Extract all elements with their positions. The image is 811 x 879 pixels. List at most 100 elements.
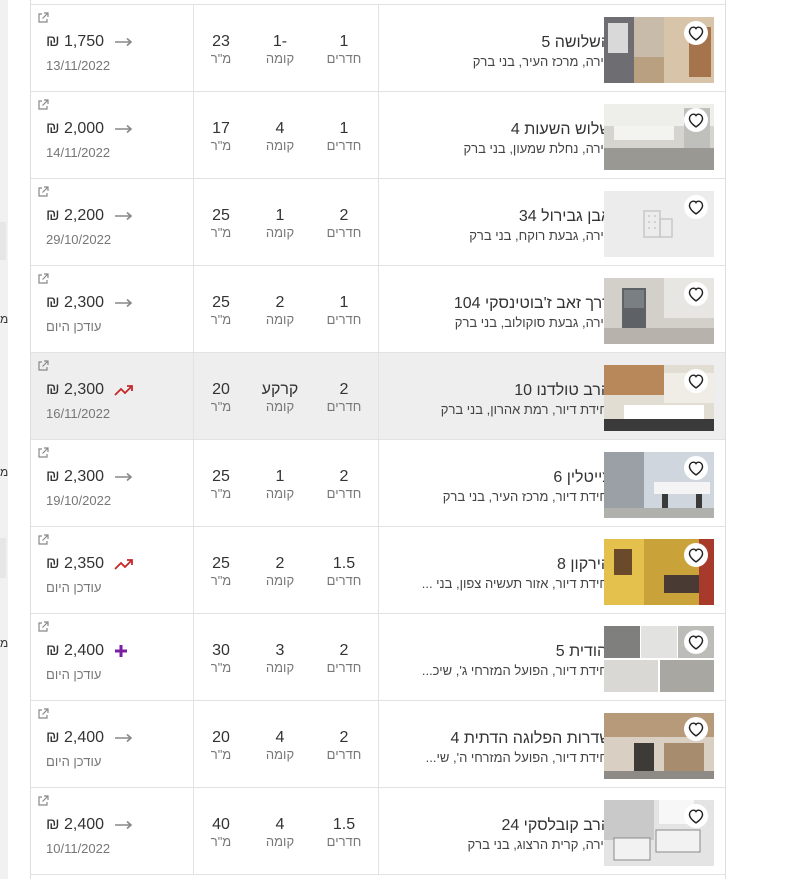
listing-title[interactable]: הרב קובלסקי 24 <box>391 816 611 836</box>
size-stat: 20 מ"ר <box>189 729 253 763</box>
external-link-icon[interactable] <box>37 359 49 371</box>
floor-stat: 1- קומה <box>248 33 312 67</box>
size-stat-label: מ"ר <box>210 225 232 240</box>
rooms-stat: 1.5 חדרים <box>312 555 376 589</box>
price: ₪ 2,400 <box>46 816 105 833</box>
floor-stat: 3 קומה <box>248 642 312 676</box>
external-link-icon[interactable] <box>37 707 49 719</box>
favorite-heart-icon[interactable] <box>684 21 708 45</box>
arrow-right-icon <box>114 470 134 484</box>
divider <box>378 788 379 874</box>
size-stat-label: מ"ר <box>210 573 232 588</box>
listing-row[interactable]: ₪ 2,200 29/10/2022 25 מ"ר 1 קומה 2 חדרים אבן גבי… <box>31 178 725 266</box>
listing-row[interactable]: ₪ 2,400 10/11/2022 40 מ"ר 4 קומה 1.5 חדרים הרב ק… <box>31 787 725 875</box>
rooms-stat-label: חדרים <box>326 225 362 240</box>
price: ₪ 2,400 <box>46 729 105 746</box>
price-line: ₪ 2,300 <box>46 466 134 488</box>
rooms-stat-label: חדרים <box>326 399 362 414</box>
side-panel-tab[interactable] <box>0 222 6 260</box>
price-line: ₪ 2,000 <box>46 118 134 140</box>
rooms-stat-value: 2 <box>339 381 349 398</box>
listing-title[interactable]: הירקון 8 <box>391 555 611 575</box>
floor-stat-value: 3 <box>275 642 285 659</box>
rooms-stat: 1 חדרים <box>312 120 376 154</box>
size-stat-value: 17 <box>212 120 230 137</box>
listing-title[interactable]: דרך זאב ז'בוטינסקי 104 <box>391 294 611 314</box>
floor-stat-label: קומה <box>265 312 295 327</box>
listing-title[interactable]: צייטלין 6 <box>391 468 611 488</box>
price-line: ₪ 2,400 <box>46 727 134 749</box>
listing-title[interactable]: שדרות הפלוגה הדתית 4 <box>391 729 611 749</box>
arrow-right-icon <box>114 731 134 745</box>
arrow-right-icon <box>114 209 134 223</box>
floor-stat: 2 קומה <box>248 294 312 328</box>
listing-row[interactable]: ₪ 2,300 16/11/2022 20 מ"ר קרקע קומה 2 חדרים הרב … <box>31 352 725 440</box>
floor-stat-value: 1- <box>272 33 288 50</box>
favorite-heart-icon[interactable] <box>684 108 708 132</box>
price-line: ₪ 2,200 <box>46 205 134 227</box>
listing-subtitle: יחידת דיור, אזור תעשיה צפון, בני ... <box>421 576 611 591</box>
external-link-icon[interactable] <box>37 794 49 806</box>
plus-icon <box>114 644 134 658</box>
floor-stat: 4 קומה <box>248 120 312 154</box>
listing-row[interactable]: ₪ 2,400 עודכן היום 30 מ"ר 3 קומה 2 חדרים יהודית … <box>31 613 725 701</box>
listing-date: 10/11/2022 <box>46 841 111 856</box>
listing-title[interactable]: אבן גבירול 34 <box>391 207 611 227</box>
listing-subtitle: דירה, נחלת שמעון, בני ברק <box>463 141 612 156</box>
divider <box>378 266 379 352</box>
size-stat-label: מ"ר <box>210 51 232 66</box>
listing-row[interactable]: ₪ 2,000 14/11/2022 17 מ"ר 4 קומה 1 חדרים שלוש הש… <box>31 91 725 179</box>
listing-row[interactable]: ₪ 1,750 13/11/2022 23 מ"ר 1- קומה 1 חדרים השלושה… <box>31 4 725 92</box>
rooms-stat: 1.5 חדרים <box>312 816 376 850</box>
listing-info: צייטלין 6 יחידת דיור, מרכז העיר, בני ברק <box>391 468 611 505</box>
favorite-heart-icon[interactable] <box>684 195 708 219</box>
rooms-stat: 2 חדרים <box>312 642 376 676</box>
side-panel-tab[interactable] <box>0 538 6 578</box>
listing-row[interactable]: ₪ 2,400 עודכן היום 20 מ"ר 4 קומה 2 חדרים שדרות ה… <box>31 700 725 788</box>
size-stat: 23 מ"ר <box>189 33 253 67</box>
listing-row[interactable]: ₪ 2,300 19/10/2022 25 מ"ר 1 קומה 2 חדרים צייטלין… <box>31 439 725 527</box>
listing-row[interactable]: ₪ 2,300 עודכן היום 25 מ"ר 2 קומה 1 חדרים דרך זאב… <box>31 265 725 353</box>
listing-subtitle: דירה, קרית הרצוג, בני ברק <box>467 837 611 852</box>
divider <box>378 701 379 787</box>
price: ₪ 2,400 <box>46 642 105 659</box>
external-link-icon[interactable] <box>37 446 49 458</box>
favorite-heart-icon[interactable] <box>684 630 708 654</box>
price: ₪ 2,300 <box>46 468 105 485</box>
floor-stat: 1 קומה <box>248 207 312 241</box>
listing-date: עודכן היום <box>46 319 102 334</box>
size-stat: 30 מ"ר <box>189 642 253 676</box>
floor-stat-label: קומה <box>265 51 295 66</box>
favorite-heart-icon[interactable] <box>684 543 708 567</box>
listing-subtitle: יחידת דיור, הפועל המזרחי ה', שי... <box>425 750 611 765</box>
price-line: ₪ 2,400 <box>46 814 134 836</box>
favorite-heart-icon[interactable] <box>684 369 708 393</box>
rooms-stat-value: 2 <box>339 729 349 746</box>
floor-stat-label: קומה <box>265 225 295 240</box>
favorite-heart-icon[interactable] <box>684 456 708 480</box>
external-link-icon[interactable] <box>37 98 49 110</box>
external-link-icon[interactable] <box>37 272 49 284</box>
price: ₪ 2,350 <box>46 555 105 572</box>
listing-title[interactable]: הרב טולדנו 10 <box>391 381 611 401</box>
rooms-stat: 2 חדרים <box>312 381 376 415</box>
listing-subtitle: יחידת דיור, הפועל המזרחי ג', שיכ... <box>421 663 611 678</box>
listing-title[interactable]: שלוש השעות 4 <box>391 120 611 140</box>
listing-subtitle: דירה, מרכז העיר, בני ברק <box>472 54 611 69</box>
listing-row[interactable]: ₪ 2,350 עודכן היום 25 מ"ר 2 קומה 1.5 חדרים הירקו… <box>31 526 725 614</box>
size-stat: 25 מ"ר <box>189 207 253 241</box>
favorite-heart-icon[interactable] <box>684 282 708 306</box>
listing-title[interactable]: השלושה 5 <box>391 33 611 53</box>
floor-stat-label: קומה <box>265 573 295 588</box>
external-link-icon[interactable] <box>37 11 49 23</box>
floor-stat: 2 קומה <box>248 555 312 589</box>
listing-subtitle: דירה, גבעת סוקולוב, בני ברק <box>454 315 611 330</box>
favorite-heart-icon[interactable] <box>684 804 708 828</box>
floor-stat: 4 קומה <box>248 816 312 850</box>
external-link-icon[interactable] <box>37 533 49 545</box>
listing-info: השלושה 5 דירה, מרכז העיר, בני ברק <box>391 33 611 70</box>
external-link-icon[interactable] <box>37 185 49 197</box>
external-link-icon[interactable] <box>37 620 49 632</box>
listing-title[interactable]: יהודית 5 <box>391 642 611 662</box>
favorite-heart-icon[interactable] <box>684 717 708 741</box>
